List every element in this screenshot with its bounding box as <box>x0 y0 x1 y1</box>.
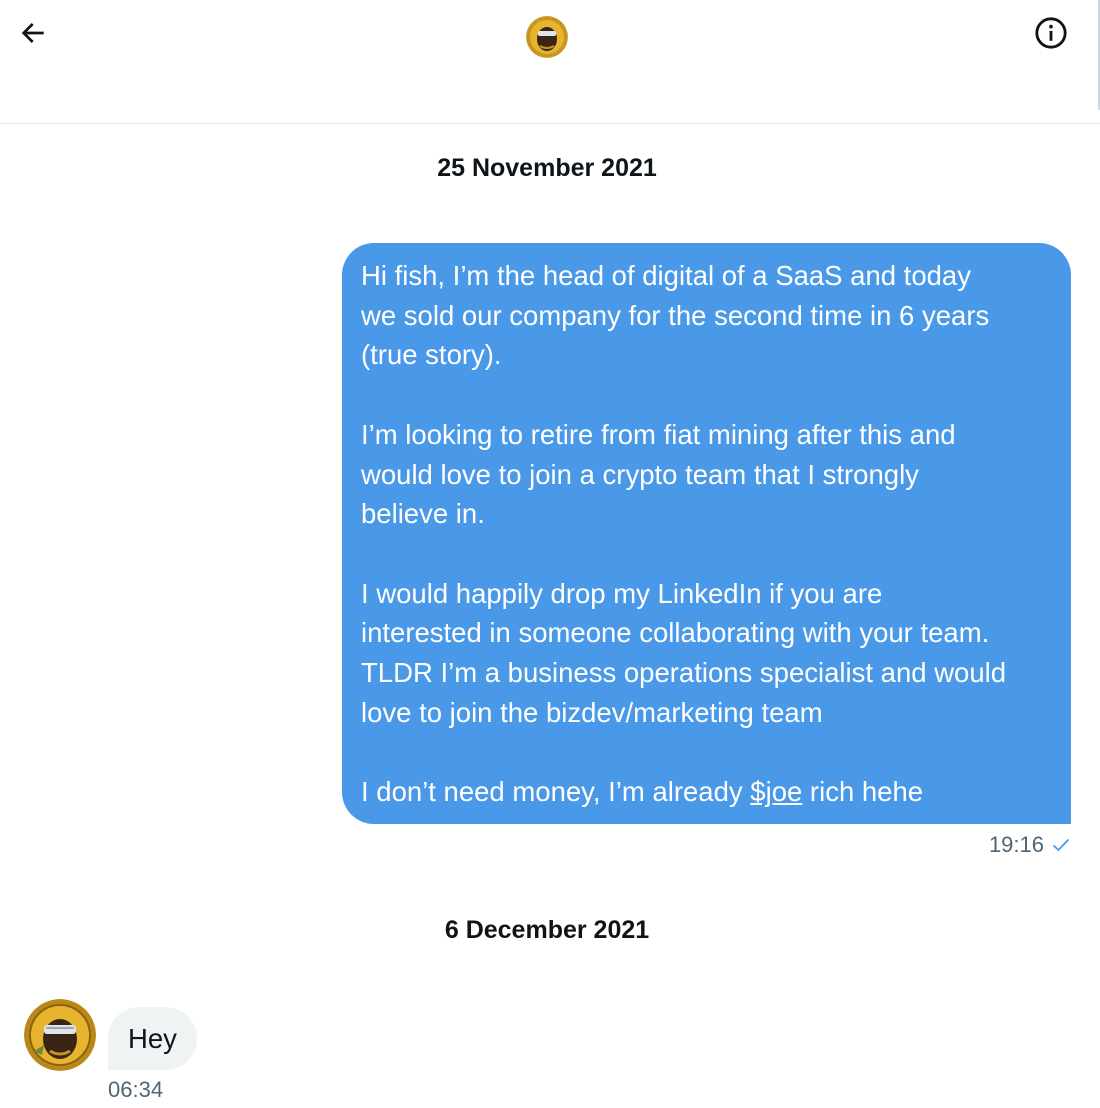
avatar-image <box>526 16 568 58</box>
received-message-bubble[interactable]: Hey <box>108 1007 197 1070</box>
check-icon <box>1052 838 1070 852</box>
message-line: (true story). <box>361 339 502 371</box>
info-circle-icon <box>1035 17 1067 49</box>
message-paragraph: I’m looking to retire from fiat mining a… <box>361 415 1051 534</box>
avatar-image <box>24 999 96 1071</box>
message-line: Hi fish, I’m the head of digital of a Sa… <box>361 260 971 291</box>
dm-conversation-page: 25 November 2021 Hi fish, I’m the head o… <box>0 0 1100 1108</box>
message-text: I don’t need money, I’m already <box>361 776 751 808</box>
date-separator: 25 November 2021 <box>437 154 657 182</box>
message-paragraph: Hi fish, I’m the head of digital of a Sa… <box>361 256 1051 375</box>
date-separator: 6 December 2021 <box>444 916 650 944</box>
message-line: would love to join a crypto team that I … <box>361 458 919 490</box>
message-text: rich hehe <box>802 776 924 808</box>
message-timestamp: 06:34 <box>108 1077 164 1102</box>
info-button[interactable] <box>1030 12 1072 54</box>
sent-message-bubble[interactable]: Hi fish, I’m the head of digital of a Sa… <box>342 243 1071 824</box>
message-line: TLDR I’m a business operations specialis… <box>361 657 1007 688</box>
profile-avatar[interactable] <box>526 16 568 58</box>
sent-message-meta: 19:16 <box>989 832 1070 858</box>
message-line: I would happily drop my LinkedIn if you … <box>361 577 883 609</box>
arrow-left-icon <box>21 23 44 43</box>
message-timestamp: 19:16 <box>988 832 1044 857</box>
conversation-header <box>0 0 1100 124</box>
back-button[interactable] <box>12 12 54 54</box>
message-line: interested in someone collaborating with… <box>361 617 990 649</box>
message-line: believe in. <box>361 498 485 530</box>
sender-avatar[interactable] <box>24 999 96 1071</box>
message-line: we sold our company for the second time … <box>361 299 990 331</box>
message-paragraph: I don’t need money, I’m already $joe ric… <box>361 772 1051 812</box>
cashtag-link[interactable]: $joe <box>750 776 802 807</box>
message-line: love to join the bizdev/marketing team <box>361 696 823 728</box>
message-paragraph: I would happily drop my LinkedIn if you … <box>361 574 1051 733</box>
message-text: Hey <box>128 1023 177 1054</box>
message-line: I’m looking to retire from fiat mining a… <box>361 418 956 450</box>
